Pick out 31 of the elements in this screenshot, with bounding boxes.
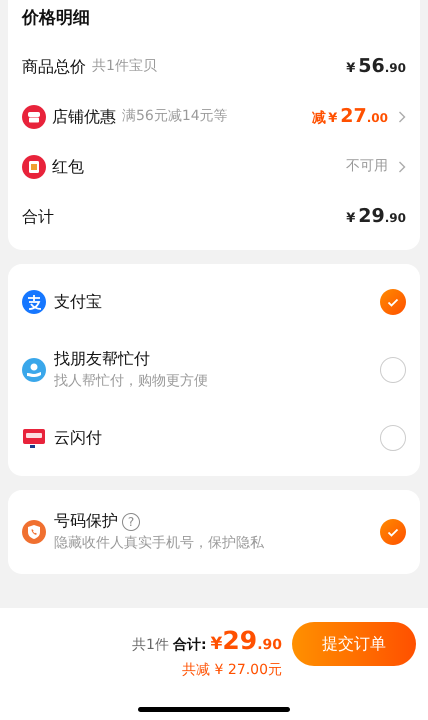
help-icon[interactable]: ? xyxy=(122,512,140,531)
price-text: ¥56.90 xyxy=(346,54,406,80)
row-label: 店铺优惠 xyxy=(52,106,116,128)
row-note: 满56元减14元等 xyxy=(122,107,228,126)
discount-total: 共减 ¥ 27.00元 xyxy=(181,660,282,680)
discount-amount: 减¥27.00 xyxy=(312,104,388,130)
price-text: ¥29.90 xyxy=(210,625,282,657)
envelope-icon xyxy=(22,154,46,178)
phone-shield-icon xyxy=(22,520,46,544)
checkbox[interactable] xyxy=(380,518,406,544)
price-text: ¥29.90 xyxy=(346,204,406,230)
total-label: 合计: xyxy=(172,636,207,655)
row-note: 共1件宝贝 xyxy=(92,57,157,76)
row-label: 商品总价 xyxy=(22,56,86,78)
radio-button[interactable] xyxy=(380,424,406,450)
payment-name: 支付宝 xyxy=(54,290,102,312)
radio-button[interactable] xyxy=(380,356,406,382)
item-count: 共1件 xyxy=(132,636,169,655)
submit-order-button[interactable]: 提交订单 xyxy=(292,622,416,666)
payment-name: 云闪付 xyxy=(54,426,102,448)
protection-label: 号码保护 xyxy=(54,511,118,530)
section-title: 价格明细 xyxy=(22,7,91,30)
protection-description: 隐藏收件人真实手机号，保护隐私 xyxy=(54,534,264,553)
row-label: 合计 xyxy=(22,206,54,228)
radio-button[interactable] xyxy=(380,288,406,314)
shop-icon xyxy=(22,104,46,128)
payment-name: 找朋友帮忙付 xyxy=(54,348,151,370)
row-label: 红包 xyxy=(52,156,84,178)
status-text: 不可用 xyxy=(346,157,388,176)
payment-description: 找人帮忙付，购物更方便 xyxy=(54,372,208,391)
payment-logo-icon xyxy=(22,290,46,314)
